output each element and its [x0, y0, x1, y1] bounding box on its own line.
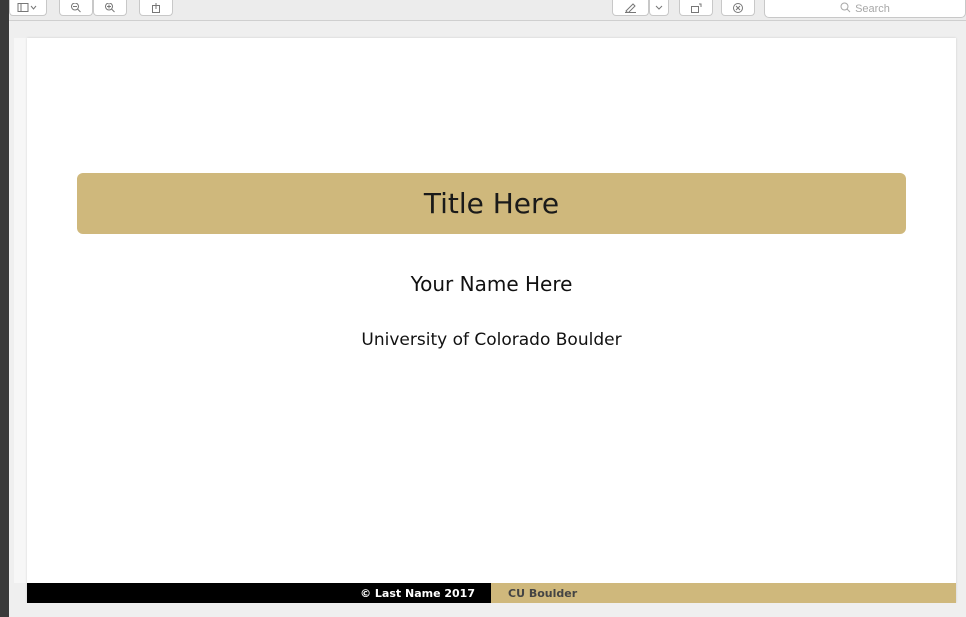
- slide-title: Title Here: [423, 187, 560, 220]
- slide-author: Your Name Here: [410, 272, 573, 296]
- zoom-out-button[interactable]: [59, 0, 93, 16]
- zoom-out-icon: [70, 2, 82, 13]
- footer-copyright: © Last Name 2017: [360, 586, 475, 600]
- window-left-edge: [0, 0, 9, 617]
- slide-page: Title Here Your Name Here University of …: [27, 38, 956, 603]
- sidebar-toggle-button[interactable]: [9, 0, 47, 16]
- search-icon: [840, 2, 851, 16]
- rotate-button[interactable]: [679, 0, 713, 16]
- zoom-in-icon: [104, 2, 116, 13]
- share-button[interactable]: [139, 0, 173, 16]
- markup-button[interactable]: [612, 0, 649, 16]
- share-icon: [151, 2, 161, 13]
- window-bottom-strip: [9, 603, 966, 617]
- annotate-icon: [732, 2, 744, 13]
- preview-window: Search Title Here Your Name Here Univers…: [0, 0, 966, 617]
- search-field[interactable]: Search: [764, 0, 966, 18]
- slide-footer-left: © Last Name 2017: [27, 583, 491, 603]
- slide-footer-right: CU Boulder: [491, 583, 956, 603]
- toolbar: Search: [9, 0, 966, 21]
- annotate-button[interactable]: [721, 0, 755, 16]
- slide-institute: University of Colorado Boulder: [361, 330, 622, 350]
- sidebar-icon: [17, 2, 39, 13]
- footer-institution: CU Boulder: [508, 586, 578, 600]
- zoom-in-button[interactable]: [93, 0, 127, 16]
- chevron-down-icon: [655, 5, 663, 11]
- slide-title-bar: Title Here: [77, 173, 906, 234]
- pen-icon: [624, 2, 638, 13]
- rotate-icon: [690, 3, 702, 13]
- markup-menu-button[interactable]: [649, 0, 669, 16]
- search-placeholder: Search: [855, 2, 890, 15]
